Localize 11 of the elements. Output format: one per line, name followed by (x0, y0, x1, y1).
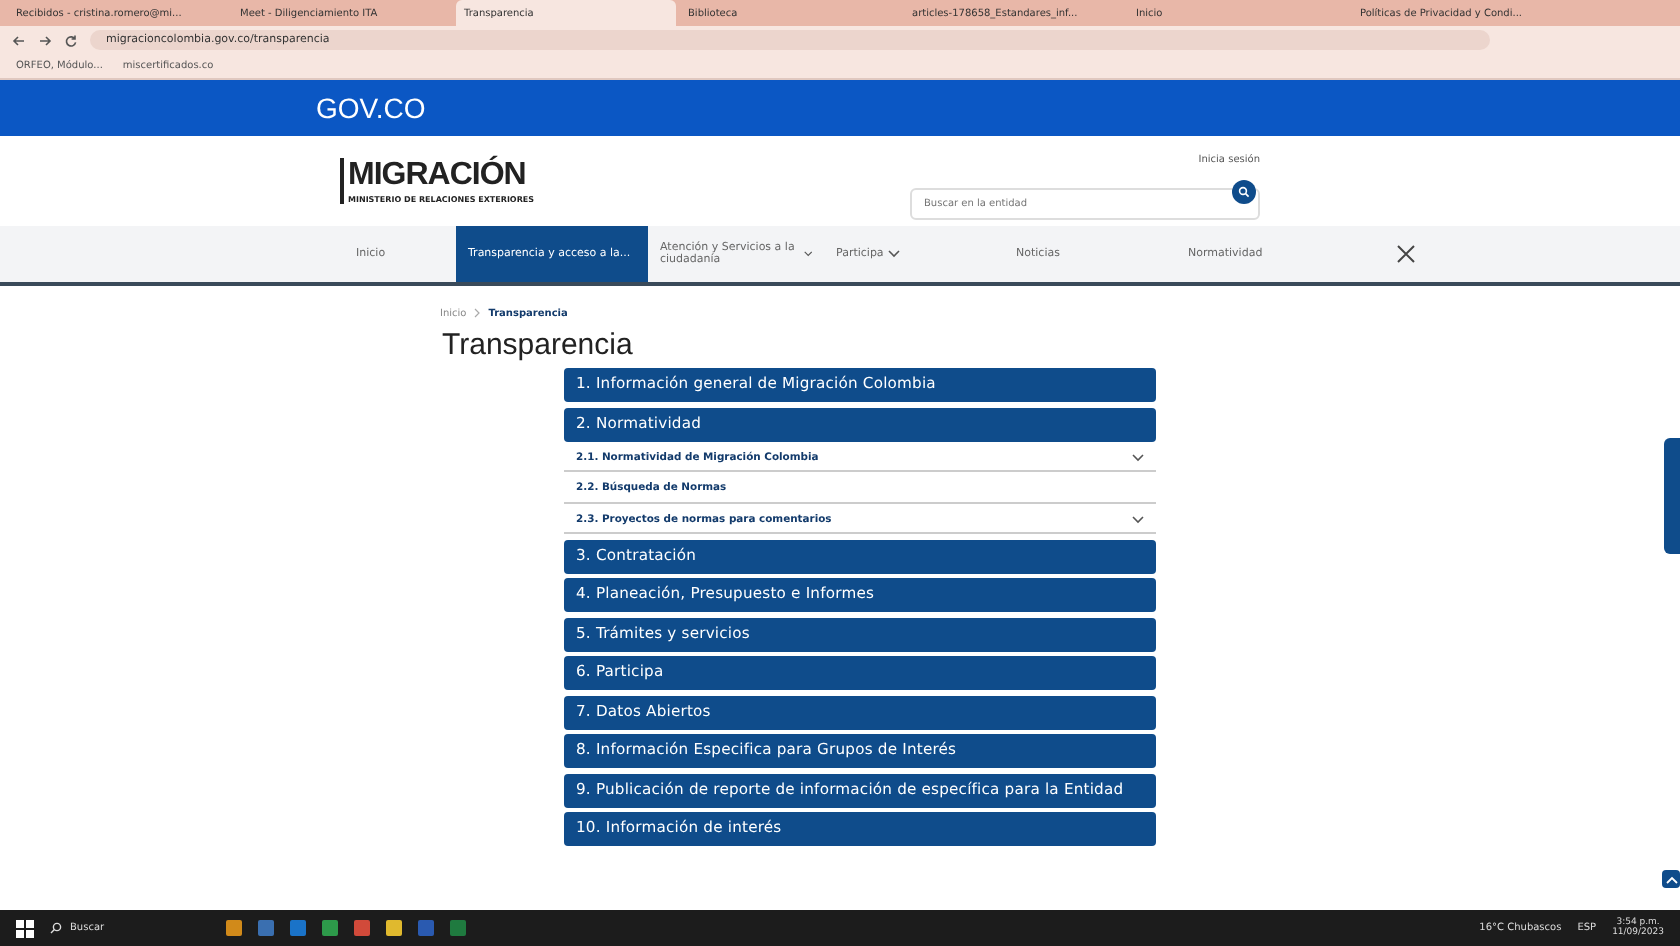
page-title: Transparencia (442, 328, 635, 362)
forward-icon[interactable] (38, 33, 52, 47)
close-icon[interactable] (1396, 244, 1416, 264)
back-icon[interactable] (12, 33, 26, 47)
reload-icon[interactable] (64, 33, 78, 47)
chevron-right-icon (474, 308, 481, 318)
gov-logo[interactable]: GOV.CO (316, 92, 426, 124)
search-icon[interactable] (1232, 180, 1256, 204)
scroll-top-icon[interactable] (1662, 870, 1680, 888)
start-icon[interactable] (16, 919, 34, 937)
search-icon (50, 922, 62, 934)
